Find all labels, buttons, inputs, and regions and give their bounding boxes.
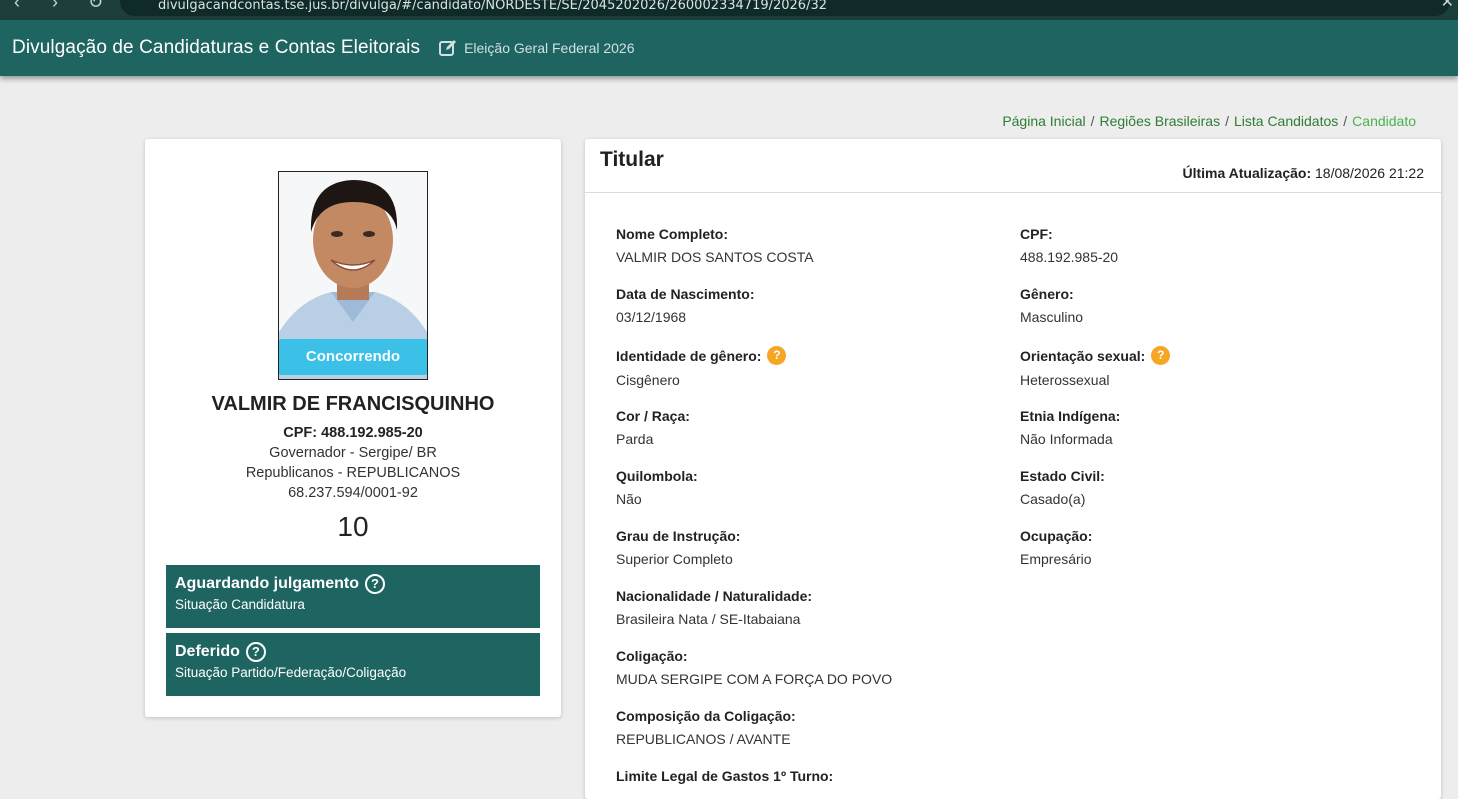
reload-icon[interactable]: ↻ [88,0,103,13]
app-title[interactable]: Divulgação de Candidaturas e Contas Elei… [12,37,420,59]
candidate-office: Governador - Sergipe/ BR [269,445,437,461]
candidate-photo: Concorrendo [278,171,428,380]
field-coalition-composition: Composição da Coligação: REPUBLICANOS / … [616,708,796,747]
field-coalition: Coligação: MUDA SERGIPE COM A FORÇA DO P… [616,648,893,687]
field-gender: Gênero: Masculino [1020,286,1084,325]
field-race: Cor / Raça: Parda [616,408,690,447]
app-header: Divulgação de Candidaturas e Contas Elei… [0,20,1458,76]
party-situation-title: Deferido [175,643,240,660]
field-education: Grau de Instrução: Superior Completo [616,528,741,567]
candidacy-situation-box: Aguardando julgamento ? Situação Candida… [166,565,540,628]
field-indigenous-ethnicity: Etnia Indígena: Não Informada [1020,408,1121,447]
sexual-orientation-label: Orientação sexual: [1020,347,1146,364]
last-update-label: Última Atualização: [1182,165,1312,181]
candidacy-situation-subtitle: Situação Candidatura [175,597,305,612]
field-nationality: Nacionalidade / Naturalidade: Brasileira… [616,588,813,627]
candidacy-situation-title: Aguardando julgamento [175,575,359,592]
field-full-name: Nome Completo: VALMIR DOS SANTOS COSTA [616,226,814,265]
candidate-party: Republicanos - REPUBLICANOS [245,465,461,481]
last-update-value: 18/08/2026 21:22 [1315,165,1424,181]
candidate-cpf: CPF: 488.192.985-20 [283,425,423,441]
candidacy-status-pill: Concorrendo [279,339,427,375]
election-selector[interactable]: Eleição Geral Federal 2026 [438,38,635,58]
party-situation-subtitle: Situação Partido/Federação/Coligação [175,665,407,680]
divider [585,192,1441,193]
forward-arrow-icon[interactable]: › [52,0,58,13]
edit-icon [439,40,457,56]
candidate-ballot-name: VALMIR DE FRANCISQUINHO [211,393,495,415]
candidate-card: Concorrendo VALMIR DE FRANCISQUINHO CPF:… [145,139,561,717]
field-gender-identity: Identidade de gênero: ? Cisgênero [616,346,787,388]
last-update: Última Atualização: 18/08/2026 21:22 [1182,165,1424,181]
field-marital-status: Estado Civil: Casado(a) [1020,468,1105,507]
breadcrumb-separator: / [1225,113,1229,129]
breadcrumb-candidate-list[interactable]: Lista Candidatos [1234,113,1338,129]
field-quilombola: Quilombola: Não [616,468,698,507]
breadcrumb: Página Inicial / Regiões Brasileiras / Lista… [1002,113,1416,129]
election-label: Eleição Geral Federal 2026 [464,40,635,56]
titular-details-card: Titular Última Atualização: 18/08/2026 2… [585,139,1441,799]
help-icon[interactable]: ? [245,642,266,662]
browser-toolbar: ‹ › ↻ divulgacandcontas.tse.jus.br/divul… [0,0,1458,20]
breadcrumb-home[interactable]: Página Inicial [1002,113,1085,129]
candidate-number: 10 [337,511,369,542]
field-cpf: CPF: 488.192.985-20 [1020,226,1119,265]
breadcrumb-separator: / [1090,113,1095,129]
gender-identity-label: Identidade de gênero: [616,347,762,364]
section-title: Titular [600,148,664,171]
help-icon[interactable]: ? [767,346,787,365]
field-spending-limit: Limite Legal de Gastos 1º Turno: [616,768,834,784]
party-situation-box: Deferido ? Situação Partido/Federação/Co… [166,633,540,696]
help-icon[interactable]: ? [365,574,385,594]
breadcrumb-regions[interactable]: Regiões Brasileiras [1099,113,1220,129]
close-icon[interactable]: ✕ [1441,0,1454,12]
breadcrumb-separator: / [1343,113,1348,129]
field-sexual-orientation: Orientação sexual: ? Heterossexual [1020,346,1171,388]
field-birth-date: Data de Nascimento: 03/12/1968 [616,286,755,325]
breadcrumb-current: Candidato [1352,113,1416,129]
address-bar[interactable]: divulgacandcontas.tse.jus.br/divulga/#/c… [120,0,1450,16]
candidate-cnpj: 68.237.594/0001-92 [288,485,418,501]
field-occupation: Ocupação: Empresário [1020,528,1093,567]
back-arrow-icon[interactable]: ‹ [14,0,20,13]
help-icon[interactable]: ? [1151,346,1171,365]
